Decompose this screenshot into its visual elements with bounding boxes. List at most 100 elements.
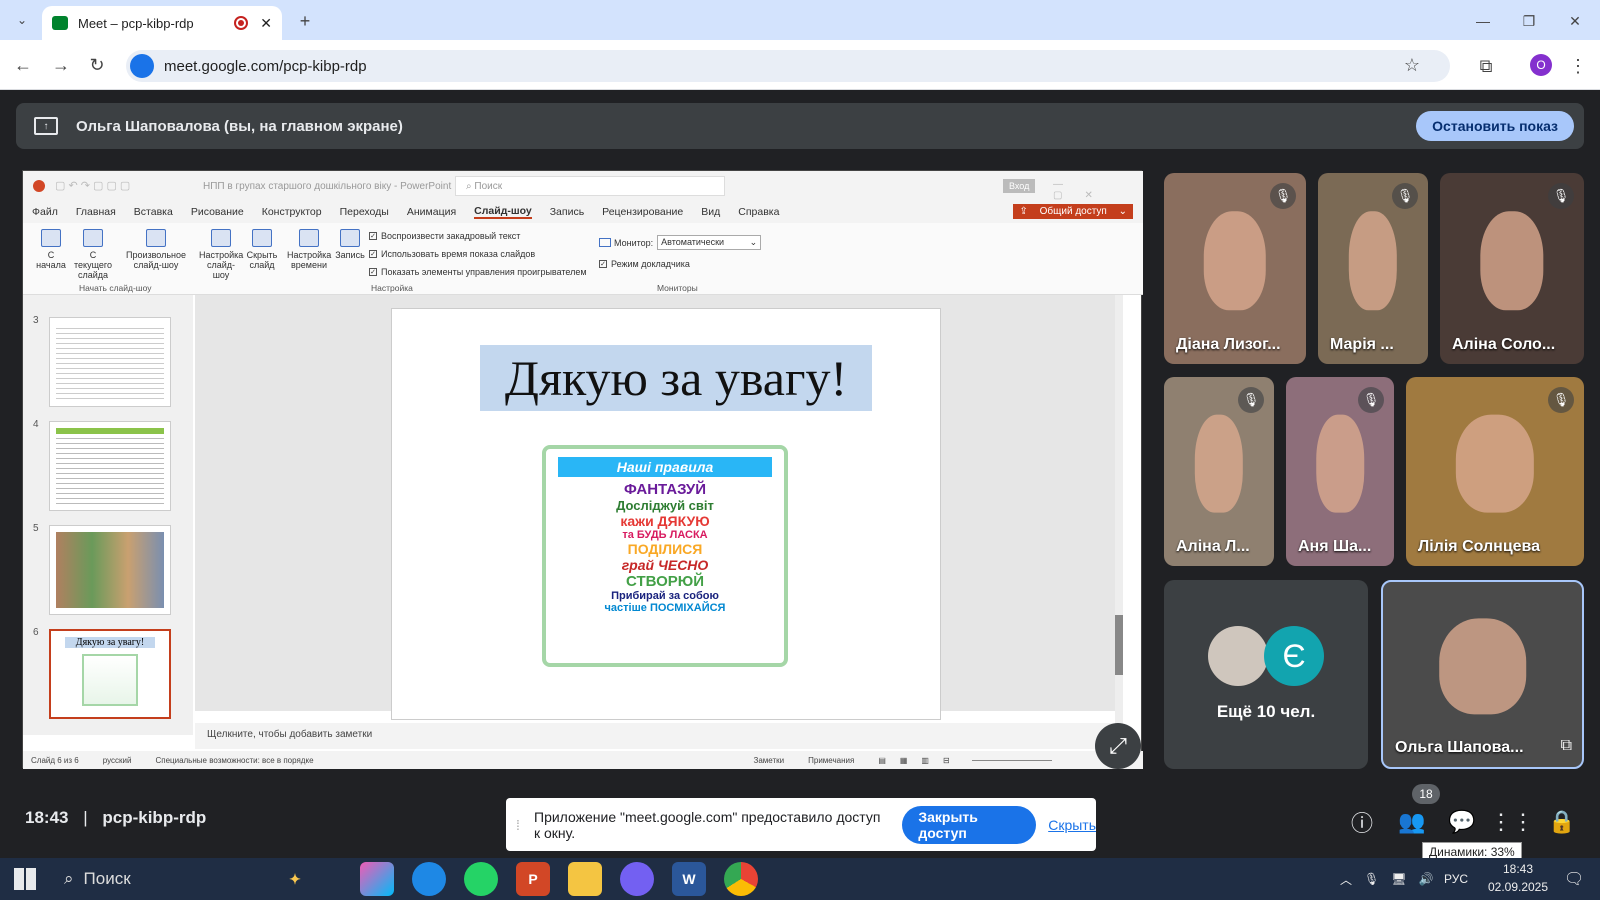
tray-icons[interactable]: ︿ 🎙 🖥 🔊 [1340, 858, 1447, 900]
site-info-icon[interactable] [130, 54, 154, 78]
from-beginning-button[interactable]: С начала [33, 229, 69, 270]
hide-link[interactable]: Скрыть [1048, 817, 1096, 833]
info-icon[interactable]: ⓘ [1348, 808, 1376, 836]
mic-icon: 🎙 [1364, 872, 1380, 886]
menu-design[interactable]: Конструктор [262, 206, 322, 218]
whatsapp-icon[interactable] [464, 862, 498, 896]
menu-slideshow[interactable]: Слайд-шоу [474, 205, 532, 219]
from-current-button[interactable]: С текущего слайда [71, 229, 115, 280]
use-timings-label: Использовать время показа слайдов [381, 249, 536, 259]
ppt-search[interactable]: ⌕ Поиск [455, 176, 725, 196]
custom-show-button[interactable]: Произвольное слайд-шоу [125, 229, 187, 270]
setup-show-button[interactable]: Настройка слайд-шоу [199, 229, 243, 280]
hide-slide-button[interactable]: Скрыть слайд [245, 229, 279, 270]
notifications-icon[interactable]: 🗨 [1564, 858, 1584, 900]
back-icon[interactable]: ← [10, 52, 36, 78]
bookmark-star-icon[interactable]: ☆ [1404, 55, 1420, 76]
participant-tile[interactable]: 🎙 Аня Ша... [1286, 377, 1394, 566]
rehearse-timings-button[interactable]: Настройка времени [287, 229, 331, 270]
status-comments[interactable]: Примечания [808, 756, 854, 765]
poster-line: частіше ПОСМІХАЙСЯ [604, 602, 726, 614]
tab-meet[interactable]: Meet – pcp-kibp-rdp ✕ [42, 6, 282, 40]
poster-line: ПОДІЛИСЯ [627, 541, 703, 557]
reload-icon[interactable]: ↻ [84, 52, 110, 78]
menu-file[interactable]: Файл [32, 206, 58, 218]
extensions-icon[interactable]: ⧉ [1472, 52, 1500, 80]
address-bar[interactable]: meet.google.com/pcp-kibp-rdp ☆ [126, 50, 1450, 82]
clock[interactable]: 18:43 02.09.2025 [1478, 860, 1558, 896]
status-notes[interactable]: Заметки [754, 756, 785, 765]
drag-handle-icon[interactable]: ⁞ [516, 817, 520, 833]
apps-grid-icon[interactable]: ⋮⋮ [1490, 808, 1534, 836]
restore-icon[interactable]: ❐ [1516, 8, 1542, 34]
presenter-text: Ольга Шаповалова (вы, на главном экране) [76, 117, 403, 135]
participant-tile[interactable]: 🎙 Марія ... [1318, 173, 1428, 364]
menu-review[interactable]: Рецензирование [602, 206, 683, 218]
slide-scrollbar[interactable] [1115, 295, 1123, 725]
viber-icon[interactable] [620, 862, 654, 896]
participant-tile[interactable]: 🎙 Аліна Соло... [1440, 173, 1584, 364]
share-button[interactable]: ⇪ Общий доступ ⌄ [1013, 204, 1133, 219]
view-buttons-icon[interactable]: ▤▦▥⊟ [878, 756, 963, 765]
mic-off-icon: 🎙 [1392, 183, 1418, 209]
windows-start-icon[interactable] [14, 868, 36, 890]
copilot-app-icon[interactable] [360, 862, 394, 896]
thumbnail-slide-4[interactable] [49, 421, 171, 511]
pin-icon[interactable]: ⧉ [1561, 737, 1572, 755]
presenter-view-checkbox[interactable]: ✓ Режим докладчика [599, 259, 690, 269]
stop-sharing-button[interactable]: Закрыть доступ [902, 805, 1037, 844]
menu-record[interactable]: Запись [550, 206, 584, 218]
close-tab-icon[interactable]: ✕ [260, 15, 272, 32]
edge-icon[interactable] [412, 862, 446, 896]
participant-tile[interactable]: 🎙 Аліна Л... [1164, 377, 1274, 566]
profile-avatar[interactable]: O [1530, 54, 1552, 76]
language-indicator[interactable]: РУС [1444, 858, 1468, 900]
minimize-icon[interactable]: — [1470, 8, 1496, 34]
taskbar-search[interactable]: ⌕ Поиск [50, 858, 270, 900]
chat-icon[interactable]: 💬 [1448, 808, 1476, 836]
ppt-login-button[interactable]: Вход [1003, 179, 1036, 193]
participant-name: Марія ... [1330, 336, 1394, 353]
file-explorer-icon[interactable] [568, 862, 602, 896]
people-icon[interactable]: 👥 [1398, 808, 1426, 836]
stop-presenting-button[interactable]: Остановить показ [1416, 111, 1574, 141]
self-tile[interactable]: Ольга Шапова... ⧉ [1381, 580, 1584, 769]
rehearse-label: Настройка времени [287, 250, 332, 270]
word-icon[interactable]: W [672, 862, 706, 896]
tab-title: Meet – pcp-kibp-rdp [78, 15, 194, 31]
notes-pane[interactable]: Щелкните, чтобы добавить заметки [195, 723, 1115, 749]
tab-search-chevron-icon[interactable]: ⌄ [10, 8, 34, 32]
zoom-slider[interactable] [971, 759, 1052, 761]
host-controls-icon[interactable]: 🔒 [1548, 808, 1576, 836]
participant-video [1316, 414, 1364, 513]
copilot-sparkle-icon[interactable]: ✦ [278, 862, 312, 896]
menu-insert[interactable]: Вставка [134, 206, 173, 218]
participant-tile[interactable]: 🎙 Лілія Солнцева [1406, 377, 1584, 566]
narration-checkbox[interactable]: ✓ Воспроизвести закадровый текст [369, 231, 520, 241]
media-controls-checkbox[interactable]: ✓ Показать элементы управления проигрыват… [369, 267, 587, 277]
slide-number: 5 [33, 523, 39, 534]
use-timings-checkbox[interactable]: ✓ Использовать время показа слайдов [369, 249, 535, 259]
fullscreen-expand-icon[interactable]: ⤢ [1095, 723, 1141, 769]
menu-animation[interactable]: Анимация [407, 206, 456, 218]
ppt-status-bar: Слайд 6 из 6 русский Специальные возможн… [23, 751, 1143, 769]
meeting-separator: | [83, 808, 88, 827]
menu-home[interactable]: Главная [76, 206, 116, 218]
record-button[interactable]: Запись [335, 229, 365, 260]
chrome-icon[interactable] [724, 862, 758, 896]
close-window-icon[interactable]: ✕ [1562, 8, 1588, 34]
thumbnail-slide-6[interactable]: Дякую за увагу! [49, 629, 171, 719]
powerpoint-icon[interactable]: P [516, 862, 550, 896]
forward-icon[interactable]: → [48, 52, 74, 78]
menu-dots-icon[interactable]: ⋮ [1566, 52, 1590, 80]
menu-draw[interactable]: Рисование [191, 206, 244, 218]
thumbnail-slide-3[interactable] [49, 317, 171, 407]
more-participants-tile[interactable]: Є Ещё 10 чел. [1164, 580, 1368, 769]
thumbnail-slide-5[interactable] [49, 525, 171, 615]
monitor-select[interactable]: Автоматически ⌄ [657, 235, 762, 250]
new-tab-button[interactable]: + [292, 8, 318, 34]
menu-transitions[interactable]: Переходы [340, 206, 389, 218]
menu-view[interactable]: Вид [701, 206, 720, 218]
participant-tile[interactable]: 🎙 Діана Лизог... [1164, 173, 1306, 364]
menu-help[interactable]: Справка [738, 206, 779, 218]
